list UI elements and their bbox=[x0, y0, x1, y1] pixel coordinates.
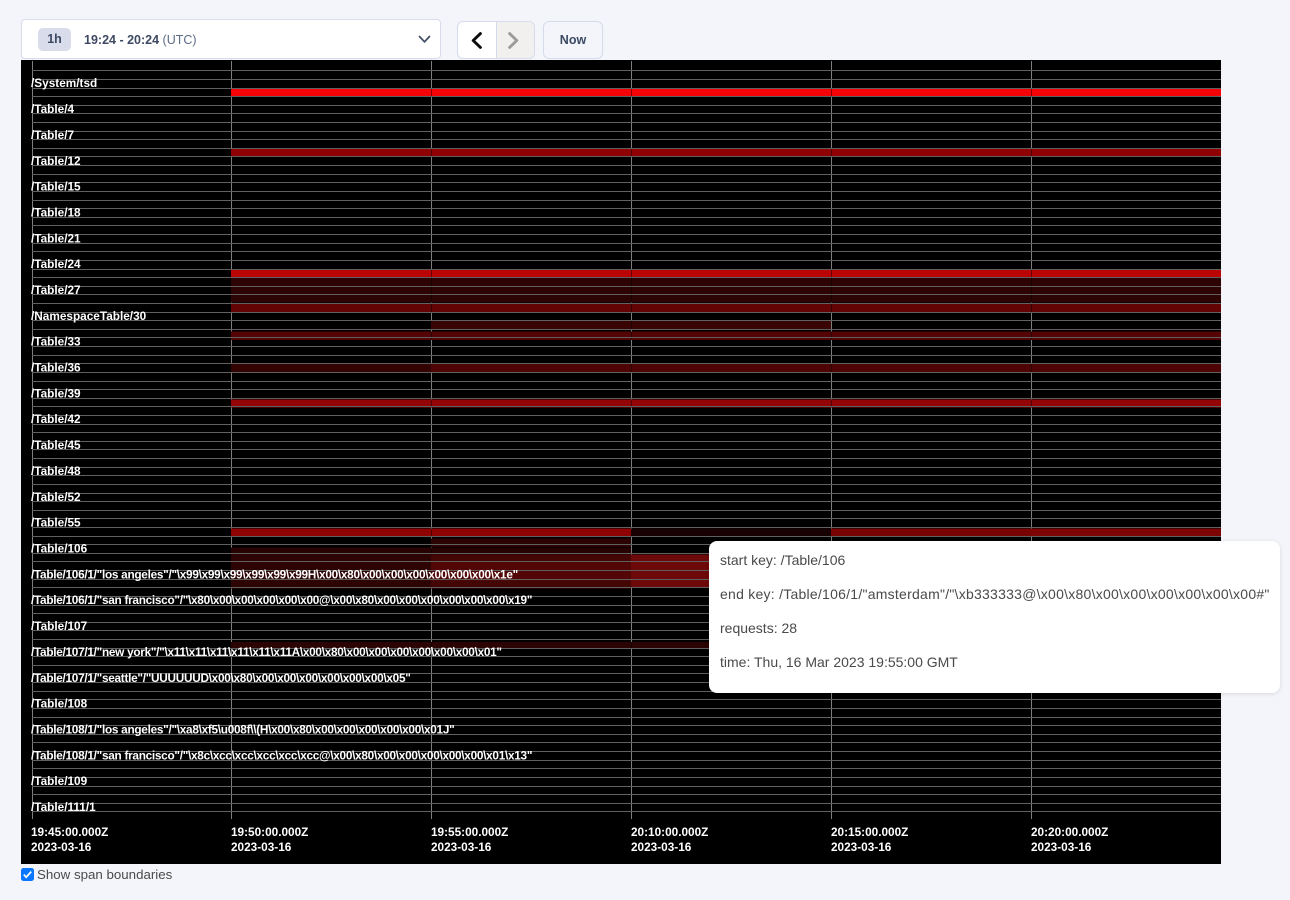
svg-text:/Table/106/1/"los angeles"/"\x: /Table/106/1/"los angeles"/"\x99\x99\x99… bbox=[31, 567, 518, 581]
svg-text:/Table/48: /Table/48 bbox=[31, 464, 81, 478]
svg-text:/NamespaceTable/30: /NamespaceTable/30 bbox=[31, 309, 147, 323]
svg-text:/Table/106: /Table/106 bbox=[31, 542, 88, 556]
svg-text:/Table/55: /Table/55 bbox=[31, 516, 81, 530]
svg-text:/Table/52: /Table/52 bbox=[31, 490, 81, 504]
svg-text:2023-03-16: 2023-03-16 bbox=[231, 840, 292, 854]
svg-text:20:15:00.000Z: 20:15:00.000Z bbox=[831, 825, 908, 839]
svg-text:/Table/108: /Table/108 bbox=[31, 697, 88, 711]
svg-text:/Table/27: /Table/27 bbox=[31, 283, 81, 297]
svg-text:/Table/12: /Table/12 bbox=[31, 154, 81, 168]
svg-text:/Table/24: /Table/24 bbox=[31, 257, 81, 271]
svg-text:/System/tsd: /System/tsd bbox=[31, 76, 97, 90]
svg-text:2023-03-16: 2023-03-16 bbox=[631, 840, 692, 854]
svg-text:19:50:00.000Z: 19:50:00.000Z bbox=[231, 825, 308, 839]
svg-text:/Table/107/1/"new york"/"\x11\: /Table/107/1/"new york"/"\x11\x11\x11\x1… bbox=[31, 645, 502, 659]
svg-text:/Table/39: /Table/39 bbox=[31, 386, 81, 400]
svg-text:/Table/108/1/"los angeles"/"\x: /Table/108/1/"los angeles"/"\xa8\xf5\u00… bbox=[31, 723, 454, 737]
svg-text:19:45:00.000Z: 19:45:00.000Z bbox=[31, 825, 108, 839]
svg-text:/Table/18: /Table/18 bbox=[31, 205, 81, 219]
svg-text:/Table/45: /Table/45 bbox=[31, 438, 81, 452]
svg-text:2023-03-16: 2023-03-16 bbox=[31, 840, 92, 854]
svg-text:2023-03-16: 2023-03-16 bbox=[831, 840, 892, 854]
svg-text:/Table/4: /Table/4 bbox=[31, 102, 74, 116]
svg-text:/Table/42: /Table/42 bbox=[31, 412, 81, 426]
svg-text:/Table/107/1/"seattle"/"UUUUUU: /Table/107/1/"seattle"/"UUUUUUD\x00\x80\… bbox=[31, 671, 411, 685]
svg-text:2023-03-16: 2023-03-16 bbox=[431, 840, 492, 854]
svg-text:/Table/21: /Table/21 bbox=[31, 231, 81, 245]
svg-text:/Table/36: /Table/36 bbox=[31, 361, 81, 375]
svg-text:/Table/107: /Table/107 bbox=[31, 619, 88, 633]
svg-text:/Table/106/1/"san francisco"/": /Table/106/1/"san francisco"/"\x80\x00\x… bbox=[31, 593, 532, 607]
svg-text:/Table/33: /Table/33 bbox=[31, 335, 81, 349]
svg-text:/Table/109: /Table/109 bbox=[31, 774, 88, 788]
svg-text:/Table/15: /Table/15 bbox=[31, 180, 81, 194]
svg-text:/Table/108/1/"san francisco"/": /Table/108/1/"san francisco"/"\x8c\xcc\x… bbox=[31, 748, 532, 762]
svg-text:/Table/111/1: /Table/111/1 bbox=[31, 800, 96, 814]
svg-text:/Table/7: /Table/7 bbox=[31, 128, 74, 142]
svg-text:20:10:00.000Z: 20:10:00.000Z bbox=[631, 825, 708, 839]
svg-text:2023-03-16: 2023-03-16 bbox=[1031, 840, 1092, 854]
svg-text:20:20:00.000Z: 20:20:00.000Z bbox=[1031, 825, 1108, 839]
svg-text:19:55:00.000Z: 19:55:00.000Z bbox=[431, 825, 508, 839]
